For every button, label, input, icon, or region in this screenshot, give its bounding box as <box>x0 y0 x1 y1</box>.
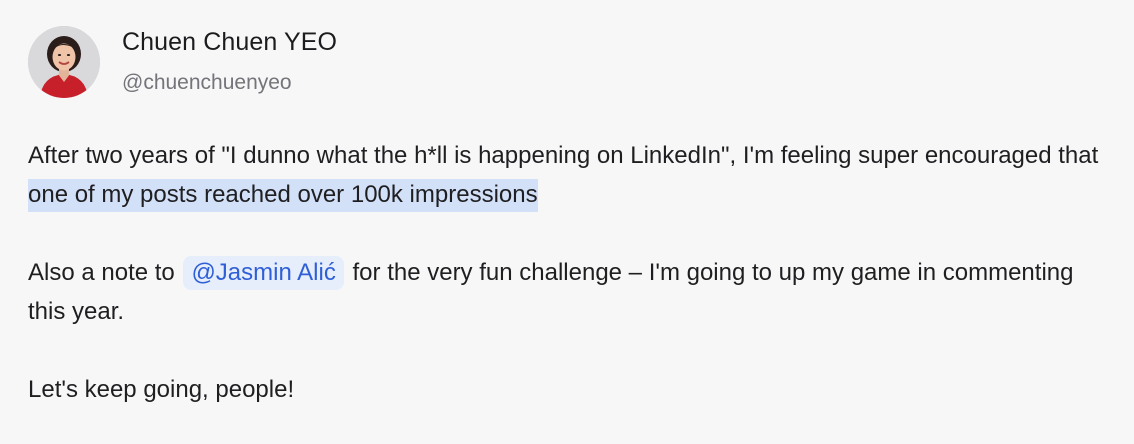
post-body: After two years of "I dunno what the h*l… <box>28 136 1108 409</box>
post-paragraph-1: After two years of "I dunno what the h*l… <box>28 136 1108 214</box>
profile-photo-icon <box>28 26 100 98</box>
post-paragraph-2: Also a note to @Jasmin Alić for the very… <box>28 253 1108 331</box>
author-identity: Chuen Chuen YEO @chuenchuenyeo <box>122 27 337 97</box>
avatar[interactable] <box>28 26 100 98</box>
author-name[interactable]: Chuen Chuen YEO <box>122 27 337 57</box>
author-handle[interactable]: @chuenchuenyeo <box>122 69 337 97</box>
post-header: Chuen Chuen YEO @chuenchuenyeo <box>28 24 1104 100</box>
post-card: Chuen Chuen YEO @chuenchuenyeo After two… <box>0 0 1134 444</box>
post-text: After two years of "I dunno what the h*l… <box>28 142 1099 169</box>
selected-text-highlight: one of my posts reached over 100k impres… <box>28 179 538 212</box>
mention-link[interactable]: @Jasmin Alić <box>183 256 344 290</box>
post-text: Also a note to <box>28 259 182 286</box>
post-paragraph-3: Let's keep going, people! <box>28 376 295 403</box>
